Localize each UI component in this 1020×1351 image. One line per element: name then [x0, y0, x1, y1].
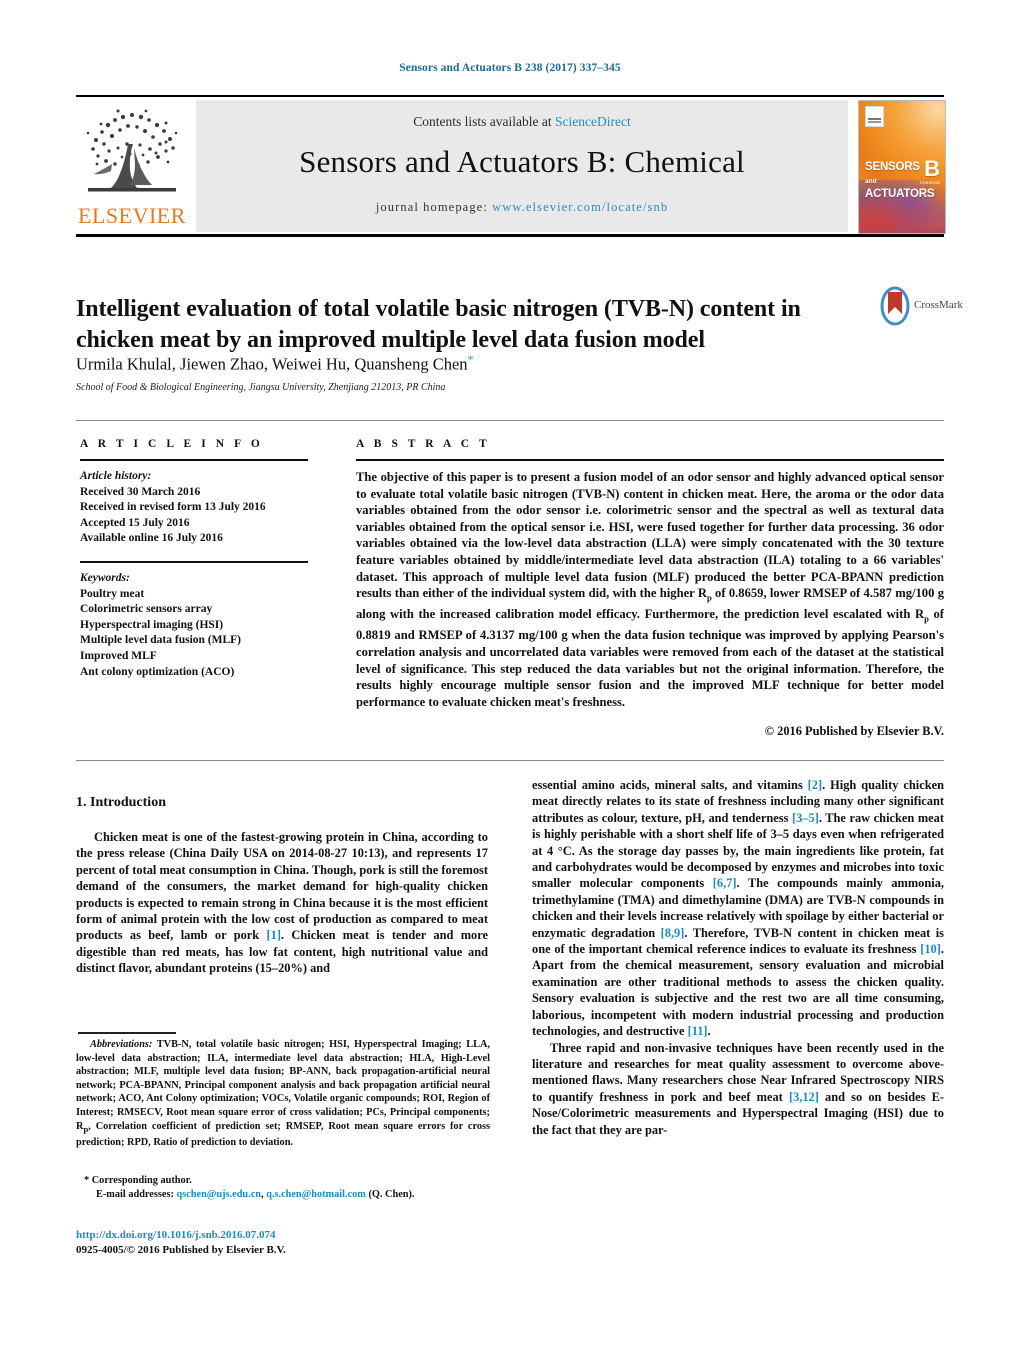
elsevier-wordmark: ELSEVIER — [78, 203, 186, 228]
abstract-divider — [356, 459, 944, 461]
body-column-left: 1. Introduction Chicken meat is one of t… — [76, 795, 488, 977]
article-page: Sensors and Actuators B 238 (2017) 337–3… — [0, 0, 1020, 1351]
masthead-rule-top — [76, 95, 944, 97]
keywords-label: Keywords: — [80, 571, 130, 584]
keyword-item: Hyperspectral imaging (HSI) — [80, 618, 224, 631]
paragraph-text: . — [707, 1024, 711, 1039]
citation-ref-6[interactable]: [10] — [920, 942, 941, 956]
doi-link[interactable]: http://dx.doi.org/10.1016/j.snb.2016.07.… — [76, 1229, 276, 1241]
keyword-item: Colorimetric sensors array — [80, 603, 213, 616]
citation-ref-8[interactable]: [3,12] — [789, 1090, 819, 1104]
running-head: Sensors and Actuators B 238 (2017) 337–3… — [399, 62, 621, 74]
cover-line-1-small: and — [865, 177, 877, 185]
cover-line-1: SENSORS — [865, 161, 920, 173]
journal-title: Sensors and Actuators B: Chemical — [299, 144, 745, 179]
corresponding-label: Corresponding author. — [91, 1175, 192, 1186]
abbreviations-label: Abbreviations: — [90, 1039, 153, 1050]
abbreviations-footnote: Abbreviations: TVB-N, total volatile bas… — [76, 1038, 490, 1150]
issn-copyright-line: 0925-4005/© 2016 Published by Elsevier B… — [76, 1244, 286, 1256]
cover-title-text: SENSORS and ACTUATORS — [865, 161, 935, 201]
crossmark-icon — [880, 286, 910, 326]
paragraph-text: essential amino acids, mineral salts, an… — [532, 778, 808, 792]
paragraph: Chicken meat is one of the fastest-growi… — [76, 829, 488, 977]
info-band-rule-bottom — [76, 760, 944, 761]
article-history-block: Article history: Received 30 March 2016 … — [80, 469, 308, 547]
sciencedirect-link[interactable]: ScienceDirect — [555, 114, 631, 129]
keywords-block: Keywords: Poultry meat Colorimetric sens… — [80, 571, 308, 680]
article-info-divider — [80, 459, 308, 461]
abbreviations-text-2: , Correlation coefficient of prediction … — [76, 1120, 490, 1149]
journal-cover-thumbnail: SENSORS and ACTUATORS B Chemical — [858, 100, 946, 234]
journal-homepage-link[interactable]: www.elsevier.com/locate/snb — [492, 200, 668, 214]
keywords-divider — [80, 560, 308, 563]
abstract-part-3: of 0.8819 and RMSEP of 4.3137 mg/100 g w… — [356, 607, 944, 709]
email-link-secondary[interactable]: q.s.chen@hotmail.com — [266, 1189, 366, 1200]
history-item: Accepted 15 July 2016 — [80, 516, 190, 529]
doi-footer: http://dx.doi.org/10.1016/j.snb.2016.07.… — [76, 1228, 496, 1258]
contents-prefix: Contents lists available at — [413, 114, 555, 129]
history-item: Available online 16 July 2016 — [80, 532, 223, 545]
article-info-heading: A R T I C L E I N F O — [80, 438, 264, 450]
abstract-part-1: The objective of this paper is to presen… — [356, 470, 944, 601]
history-item: Received 30 March 2016 — [80, 485, 201, 498]
author-names: Urmila Khulal, Jiewen Zhao, Weiwei Hu, Q… — [76, 354, 468, 374]
body-column-right: essential amino acids, mineral salts, an… — [532, 777, 944, 1138]
affiliation: School of Food & Biological Engineering,… — [76, 382, 446, 393]
footnote-divider — [78, 1032, 176, 1034]
keyword-item: Multiple level data fusion (MLF) — [80, 634, 241, 647]
article-info-column: A R T I C L E I N F O Article history: R… — [80, 438, 308, 680]
paragraph: Three rapid and non-invasive techniques … — [532, 1040, 944, 1138]
email-label: E-mail addresses: — [96, 1188, 174, 1200]
email-link-primary[interactable]: qschen@ujs.edu.cn — [176, 1189, 261, 1200]
email-suffix: (Q. Chen). — [365, 1188, 415, 1200]
journal-masthead-panel: Contents lists available at ScienceDirec… — [196, 100, 848, 232]
author-list: Urmila Khulal, Jiewen Zhao, Weiwei Hu, Q… — [76, 352, 856, 375]
abstract-heading: A B S T R A C T — [356, 438, 491, 450]
crossmark-badge[interactable]: CrossMark — [880, 286, 963, 330]
citation-ref-4[interactable]: [6,7] — [713, 876, 737, 890]
info-band-rule-top — [76, 420, 944, 421]
section-heading-introduction: 1. Introduction — [76, 795, 166, 810]
crossmark-label: CrossMark — [914, 299, 963, 311]
keyword-item: Improved MLF — [80, 649, 157, 662]
keyword-item: Ant colony optimization (ACO) — [80, 665, 235, 678]
cover-line-2: ACTUATORS — [865, 188, 935, 200]
abstract-column: A B S T R A C T The objective of this pa… — [356, 438, 944, 739]
cover-elsevier-mark-icon — [865, 106, 884, 127]
journal-homepage-line: journal homepage: www.elsevier.com/locat… — [196, 200, 848, 215]
article-history-label: Article history: — [80, 470, 152, 482]
abbreviations-text-1: TVB-N, total volatile basic nitrogen; HS… — [76, 1039, 490, 1132]
paragraph-text: Chicken meat is one of the fastest-growi… — [76, 830, 488, 943]
citation-ref-1[interactable]: [1] — [267, 928, 281, 942]
email-line: E-mail addresses: qschen@ujs.edu.cn, q.s… — [84, 1188, 490, 1202]
citation-ref-3[interactable]: [3–5] — [792, 811, 819, 825]
paragraph-text: . Apart from the chemical measurement, s… — [532, 942, 944, 1039]
page-title: Intelligent evaluation of total volatile… — [76, 296, 801, 354]
contents-available-line: Contents lists available at ScienceDirec… — [196, 114, 848, 130]
corresponding-author-footnote: * Corresponding author. E-mail addresses… — [84, 1174, 490, 1201]
abstract-copyright: © 2016 Published by Elsevier B.V. — [764, 724, 944, 739]
paragraph: essential amino acids, mineral salts, an… — [532, 777, 944, 1040]
cover-series-subtitle: Chemical — [919, 180, 940, 185]
keyword-item: Poultry meat — [80, 587, 145, 600]
history-item: Received in revised form 13 July 2016 — [80, 501, 266, 514]
citation-ref-7[interactable]: [11] — [688, 1024, 708, 1038]
elsevier-logo: ELSEVIER — [76, 100, 188, 232]
corresponding-marker: * — [84, 1175, 90, 1186]
citation-ref-2[interactable]: [2] — [808, 778, 822, 792]
corresponding-author-marker: * — [467, 352, 474, 366]
elsevier-tree-icon — [86, 109, 178, 192]
homepage-prefix: journal homepage: — [375, 200, 493, 214]
abstract-text: The objective of this paper is to presen… — [356, 469, 944, 710]
cover-series-letter: B — [924, 156, 940, 181]
masthead-rule-bottom — [76, 234, 944, 237]
citation-ref-5[interactable]: [8,9] — [661, 926, 685, 940]
